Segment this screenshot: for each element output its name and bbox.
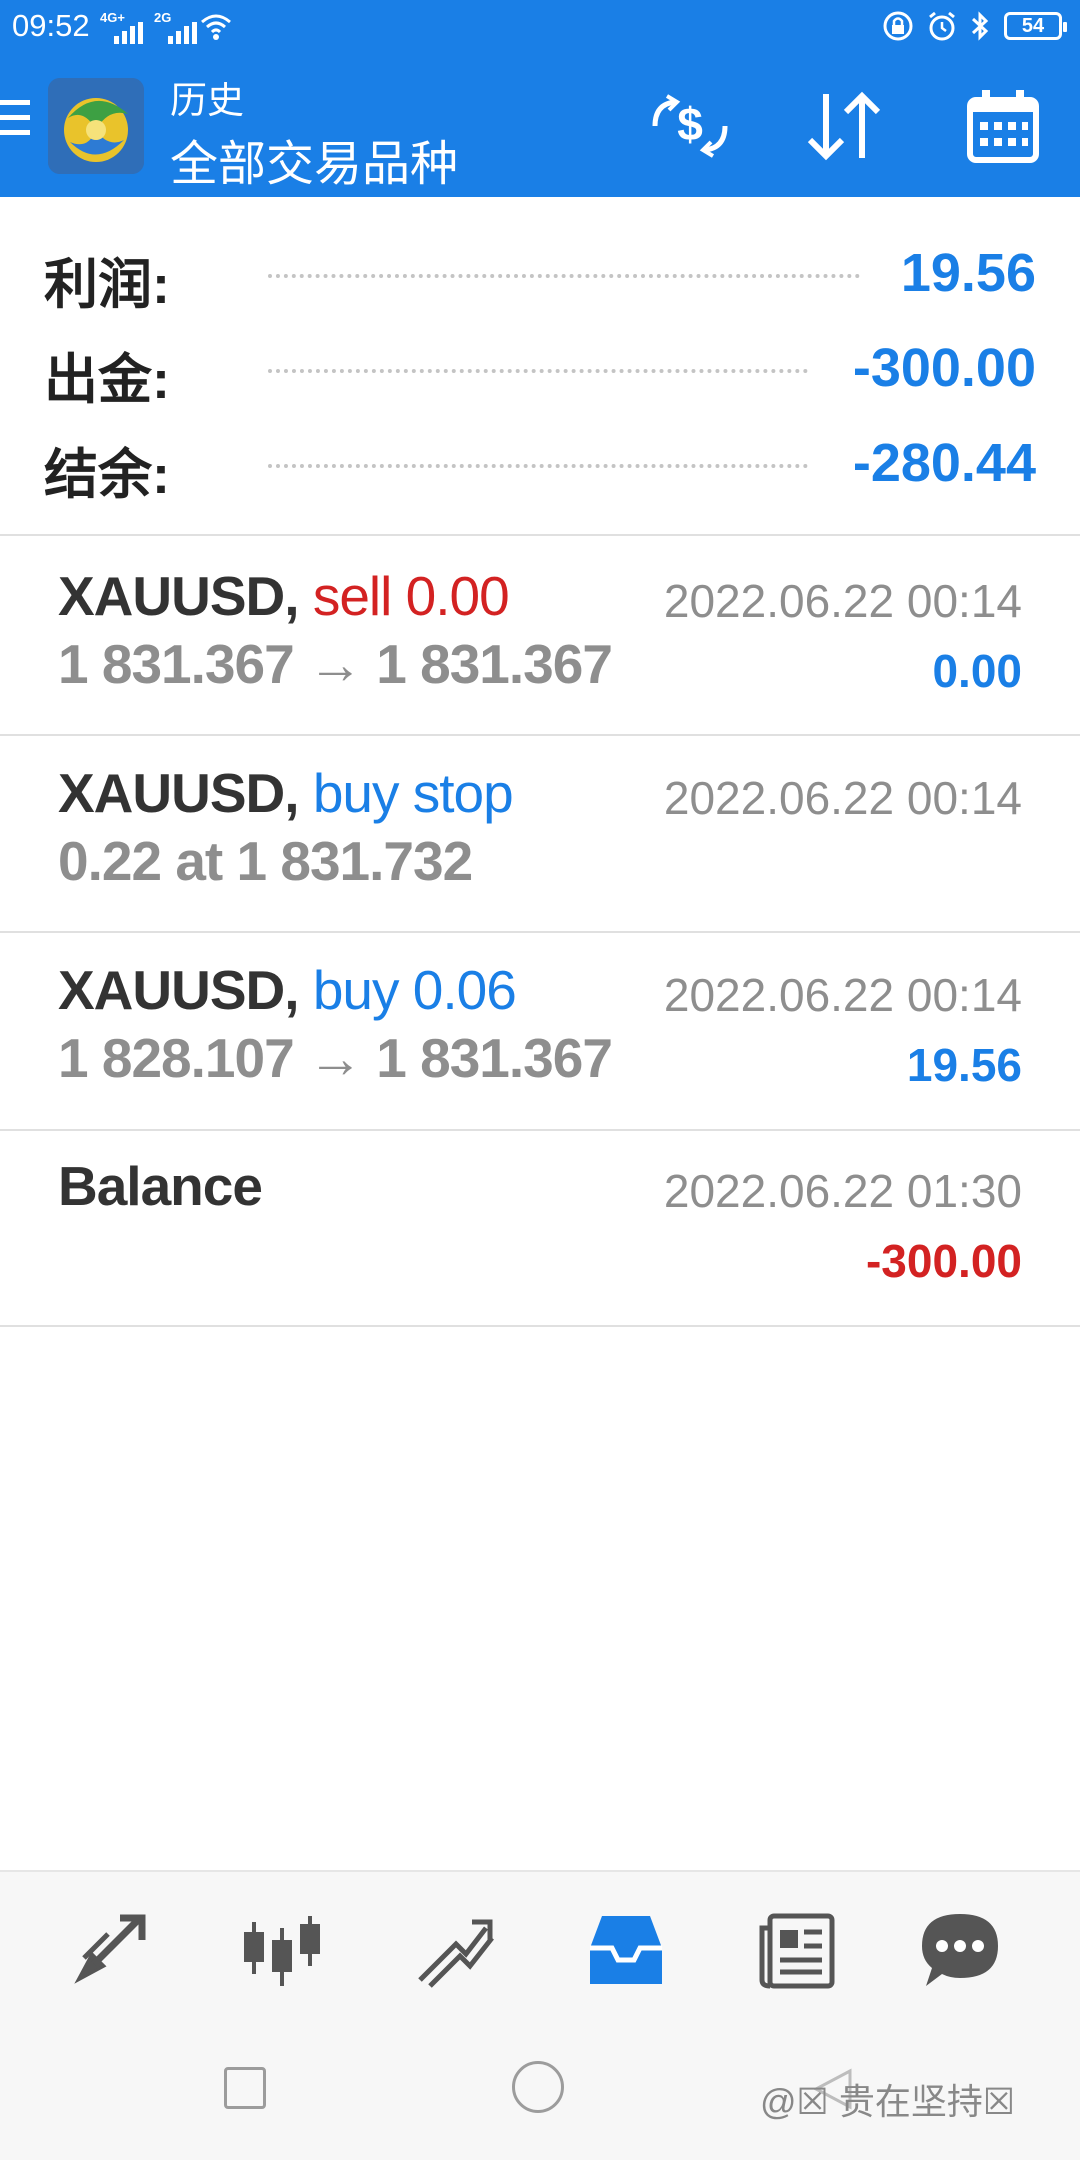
bottom-navigation [0, 1870, 1080, 2015]
recent-apps-button[interactable] [224, 2067, 266, 2109]
app-logo-icon [48, 78, 144, 174]
bluetooth-icon [971, 11, 989, 41]
trade-profit: 0.00 [932, 645, 1022, 697]
summary-value: -280.44 [852, 433, 1036, 493]
divider [0, 1325, 1080, 1327]
summary-label: 出金: [44, 350, 170, 410]
trade-profit: -300.00 [865, 1235, 1022, 1287]
chart-icon[interactable] [240, 1908, 324, 1992]
system-navigation: @☒ 贵在坚持☒ [0, 2015, 1080, 2160]
trade-time: 2022.06.22 00:14 [663, 575, 1022, 627]
battery-indicator: 54 [1004, 12, 1067, 40]
summary-withdrawal: 出金: -300.00 [0, 327, 1080, 410]
news-icon[interactable] [756, 1908, 840, 1992]
wifi-icon [201, 14, 231, 40]
history-row[interactable]: Balance 2022.06.22 01:30 -300.00 [0, 1126, 1080, 1321]
trade-symbol: Balance [58, 1155, 263, 1217]
trade-time: 2022.06.22 00:14 [663, 772, 1022, 824]
sort-icon[interactable] [800, 88, 890, 164]
currency-exchange-icon[interactable]: $ [645, 88, 735, 164]
dot-leader [268, 464, 808, 472]
summary-balance: 结余: -280.44 [0, 422, 1080, 505]
watermark: @☒ 贵在坚持☒ [760, 2081, 1016, 2122]
trade-action: buy 0.06 [312, 959, 517, 1021]
calendar-icon[interactable] [958, 88, 1048, 164]
trade-time: 2022.06.22 01:30 [663, 1165, 1022, 1217]
summary-profit: 利润: 19.56 [0, 232, 1080, 315]
page-title: 历史 [170, 80, 244, 121]
trade-profit: 19.56 [906, 1039, 1022, 1091]
symbol-filter[interactable]: 全部交易品种 [170, 124, 458, 194]
trade-prices: 1 831.367 → 1 831.367 [58, 633, 613, 695]
dot-leader [268, 274, 860, 282]
history-row[interactable]: XAUUSD, sell 0.00 1 831.367 → 1 831.367 … [0, 536, 1080, 731]
trade-action: buy stop [312, 762, 514, 824]
trade-action: sell 0.00 [312, 565, 510, 627]
home-button[interactable] [512, 2061, 564, 2113]
svg-text:$: $ [677, 98, 703, 150]
trade-prices: 0.22 at 1 831.732 [58, 830, 473, 892]
history-row[interactable]: XAUUSD, buy 0.06 1 828.107 → 1 831.367 2… [0, 930, 1080, 1125]
app-header: 09:52 4G+ 2G 54 历史 全部交易品种 $ [0, 0, 1080, 197]
lock-rotation-icon [883, 11, 913, 41]
menu-icon[interactable] [0, 100, 30, 140]
trade-symbol: XAUUSD, [58, 959, 300, 1021]
summary-value: -300.00 [852, 338, 1036, 398]
trade-time: 2022.06.22 00:14 [663, 969, 1022, 1021]
summary-value: 19.56 [900, 243, 1036, 303]
trade-symbol: XAUUSD, [58, 762, 300, 824]
quotes-icon[interactable] [68, 1908, 152, 1992]
status-time: 09:52 [12, 8, 90, 43]
dot-leader [268, 369, 808, 377]
summary-label: 结余: [44, 445, 170, 505]
alarm-icon [929, 11, 955, 41]
history-row[interactable]: XAUUSD, buy stop 0.22 at 1 831.732 2022.… [0, 733, 1080, 928]
trade-prices: 1 828.107 → 1 831.367 [58, 1027, 613, 1089]
trade-icon[interactable] [412, 1908, 496, 1992]
chat-icon[interactable] [918, 1908, 1002, 1992]
summary-label: 利润: [44, 255, 170, 315]
trade-symbol: XAUUSD, [58, 565, 300, 627]
history-icon[interactable] [584, 1908, 668, 1992]
